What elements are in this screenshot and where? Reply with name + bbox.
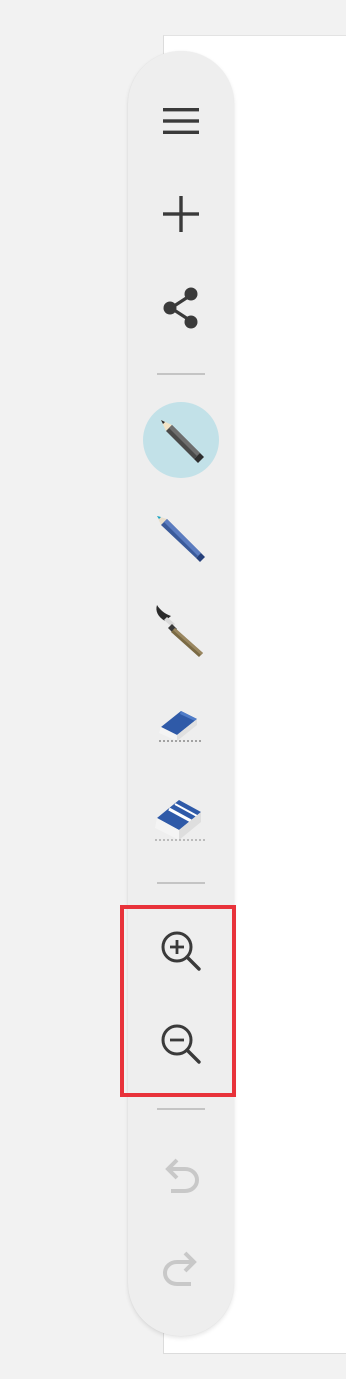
eraser-large-tool-button[interactable] [143, 781, 219, 857]
share-icon [163, 287, 198, 329]
side-toolbar [128, 51, 234, 1336]
zoom-controls-highlight [120, 905, 236, 1097]
pen-tool-button[interactable] [143, 500, 219, 576]
new-button[interactable] [143, 176, 219, 252]
eraser-large-icon [155, 800, 205, 841]
toolbar-divider [157, 1108, 205, 1110]
undo-button[interactable] [143, 1137, 219, 1213]
menu-button[interactable] [143, 83, 219, 159]
pencil-tool-button[interactable] [143, 402, 219, 478]
menu-icon [163, 108, 199, 134]
eraser-small-icon [159, 711, 203, 742]
eraser-small-tool-button[interactable] [143, 685, 219, 761]
undo-icon [165, 1158, 200, 1193]
redo-icon [162, 1251, 197, 1286]
brush-tool-button[interactable] [143, 591, 219, 667]
pen-icon [157, 516, 205, 562]
pencil-icon [161, 420, 204, 463]
brush-icon [156, 605, 203, 657]
share-button[interactable] [143, 270, 219, 346]
redo-button[interactable] [143, 1230, 219, 1306]
toolbar-divider [157, 882, 205, 884]
toolbar-divider [157, 373, 205, 375]
plus-icon [163, 196, 199, 232]
